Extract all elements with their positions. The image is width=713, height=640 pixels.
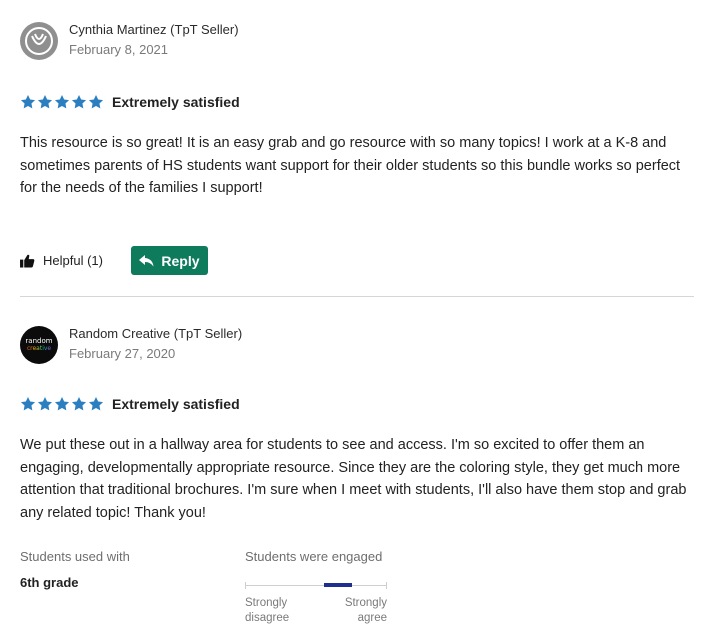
- star-icon: [54, 396, 70, 411]
- review-card: Cynthia Martinez (TpT Seller) February 8…: [20, 18, 694, 276]
- star-icon: [71, 396, 87, 411]
- star-icon: [20, 94, 36, 109]
- review-survey: Students used with 6th grade Students we…: [20, 549, 387, 626]
- star-icon: [37, 396, 53, 411]
- helpful-button[interactable]: Helpful (1): [20, 253, 103, 268]
- thumbs-up-icon: [20, 254, 35, 268]
- students-used-with: Students used with 6th grade: [20, 549, 245, 626]
- avatar[interactable]: random creative: [20, 326, 58, 364]
- star-icon: [71, 94, 87, 109]
- review-date: February 8, 2021: [69, 42, 169, 57]
- engagement-scale: [245, 579, 387, 591]
- reply-label: Reply: [161, 252, 200, 269]
- star-icon: [20, 396, 36, 411]
- review-card: random creative Random Creative (TpT Sel…: [20, 322, 694, 524]
- star-rating: [20, 94, 104, 110]
- helpful-label: Helpful (1): [43, 253, 103, 268]
- author-name[interactable]: Cynthia Martinez (TpT Seller): [69, 21, 239, 39]
- review-author: random creative Random Creative (TpT Sel…: [20, 322, 694, 364]
- reply-button[interactable]: Reply: [130, 246, 208, 275]
- review-author: Cynthia Martinez (TpT Seller) February 8…: [20, 18, 694, 60]
- engagement-level: [324, 583, 352, 587]
- reply-arrow-icon: [139, 254, 154, 266]
- review-divider: [20, 296, 694, 297]
- star-icon: [37, 94, 53, 109]
- author-name[interactable]: Random Creative (TpT Seller): [69, 325, 242, 343]
- star-rating: [20, 396, 104, 412]
- star-icon: [54, 94, 70, 109]
- engaged-heading: Students were engaged: [245, 549, 383, 564]
- rating-label: Extremely satisfied: [112, 396, 240, 412]
- avatar[interactable]: [20, 22, 58, 60]
- scale-high-label: Strongly agree: [344, 597, 387, 624]
- review-body: This resource is so great! It is an easy…: [20, 135, 681, 196]
- review-actions: Helpful (1) Reply: [20, 246, 694, 276]
- review-date: February 27, 2020: [69, 346, 176, 361]
- star-icon: [88, 94, 104, 109]
- used-with-heading: Students used with: [20, 549, 130, 564]
- rating-label: Extremely satisfied: [112, 94, 240, 110]
- avatar-logo-icon: [25, 27, 53, 55]
- scale-low-label: Strongly disagree: [245, 597, 290, 624]
- review-body: We put these out in a hallway area for s…: [20, 437, 687, 521]
- star-icon: [88, 396, 104, 411]
- used-with-value: 6th grade: [20, 575, 79, 590]
- rating: Extremely satisfied: [20, 394, 694, 414]
- students-engaged: Students were engaged Strongly disagree S…: [245, 549, 387, 626]
- rating: Extremely satisfied: [20, 92, 694, 112]
